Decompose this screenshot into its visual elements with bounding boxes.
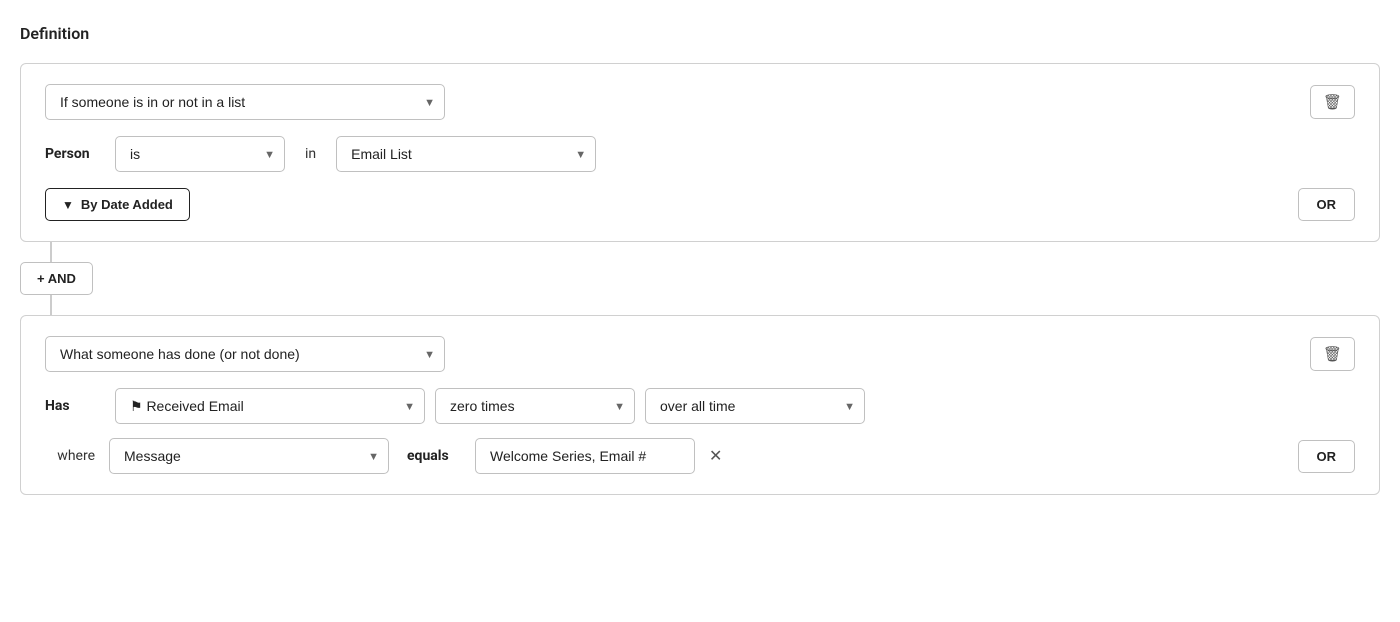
list-select[interactable]: Email ListSMS ListAll Contacts xyxy=(336,136,596,172)
clear-value-button[interactable]: ✕ xyxy=(705,442,726,470)
condition-select-2[interactable]: What someone has done (or not done)If so… xyxy=(45,336,445,372)
filter-icon: ▼ xyxy=(62,198,74,212)
person-select-wrapper: isis not ▼ xyxy=(115,136,285,172)
action-select[interactable]: ⚑ Received Email xyxy=(115,388,425,424)
or-button-2[interactable]: OR xyxy=(1298,440,1356,473)
has-row: Has ⚑ Received Email ▼ zero timesat leas… xyxy=(45,388,1355,424)
or-button-1[interactable]: OR xyxy=(1298,188,1356,221)
page-title: Definition xyxy=(20,24,1380,43)
delete-block-2-button[interactable]: 🗑 xyxy=(1310,337,1355,371)
equals-label: equals xyxy=(407,448,457,464)
where-label: where xyxy=(45,448,95,464)
condition-select-1[interactable]: If someone is in or not in a listWhat so… xyxy=(45,84,445,120)
action-select-wrapper: ⚑ Received Email ▼ xyxy=(115,388,425,424)
filter-button[interactable]: ▼ By Date Added xyxy=(45,188,190,221)
time-select-wrapper: over all timein the last 30 daysin the l… xyxy=(645,388,865,424)
condition-block-1: If someone is in or not in a listWhat so… xyxy=(20,63,1380,242)
condition-select-1-wrapper: If someone is in or not in a listWhat so… xyxy=(45,84,445,120)
and-button[interactable]: + AND xyxy=(20,262,93,295)
message-select-wrapper: MessageSubjectFromCampaign ▼ xyxy=(109,438,389,474)
time-select[interactable]: over all timein the last 30 daysin the l… xyxy=(645,388,865,424)
person-label: Person xyxy=(45,146,95,162)
filter-btn-label: By Date Added xyxy=(81,197,173,212)
has-label: Has xyxy=(45,398,95,414)
value-input[interactable] xyxy=(475,438,695,474)
trash-icon-1: 🗑 xyxy=(1323,93,1342,111)
message-select[interactable]: MessageSubjectFromCampaign xyxy=(109,438,389,474)
and-connector: + AND xyxy=(20,242,1380,315)
person-select[interactable]: isis not xyxy=(115,136,285,172)
freq-select[interactable]: zero timesat least onceexactly oncemulti… xyxy=(435,388,635,424)
condition-select-2-wrapper: What someone has done (or not done)If so… xyxy=(45,336,445,372)
list-select-wrapper: Email ListSMS ListAll Contacts ▼ xyxy=(336,136,596,172)
in-label: in xyxy=(305,146,316,162)
freq-select-wrapper: zero timesat least onceexactly oncemulti… xyxy=(435,388,635,424)
delete-block-1-button[interactable]: 🗑 xyxy=(1310,85,1355,119)
condition-block-2: What someone has done (or not done)If so… xyxy=(20,315,1380,495)
where-row: where MessageSubjectFromCampaign ▼ equal… xyxy=(45,438,1355,474)
trash-icon-2: 🗑 xyxy=(1323,345,1342,363)
